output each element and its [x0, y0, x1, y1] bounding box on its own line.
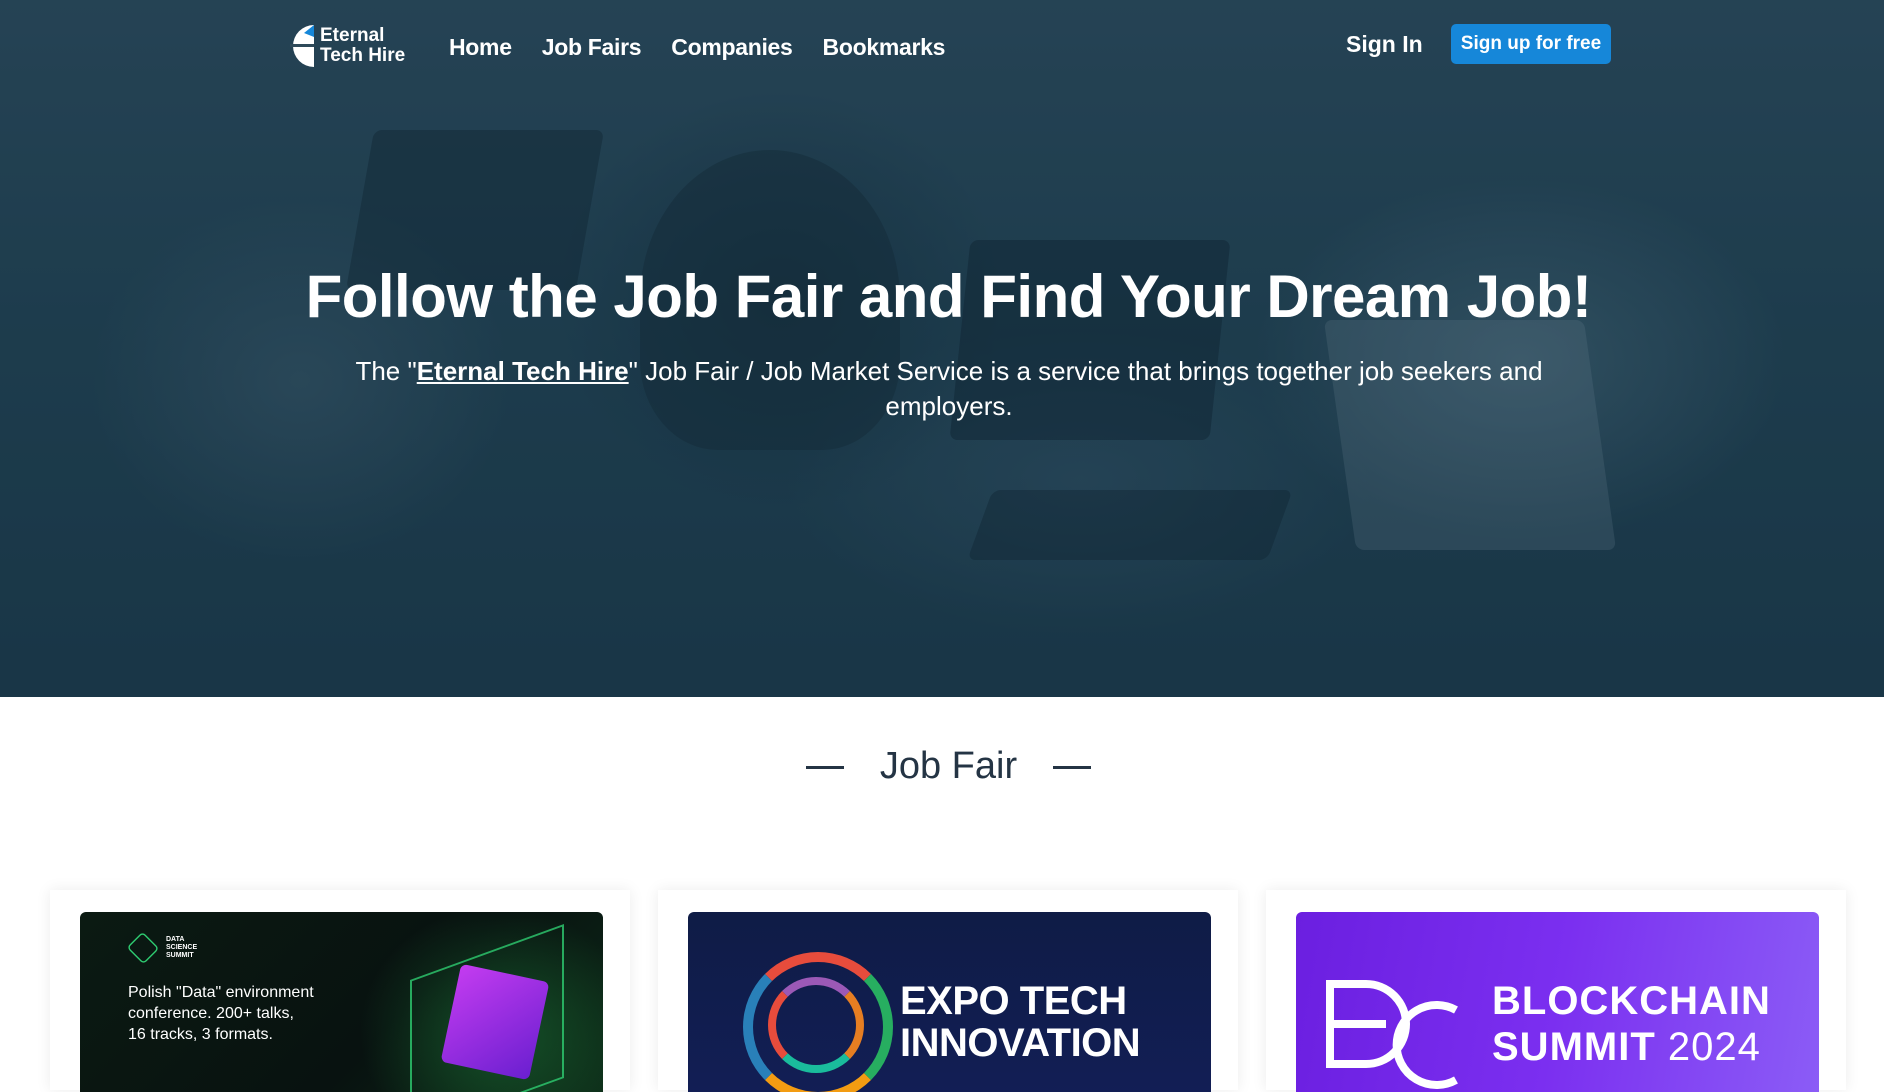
section-heading: Job Fair — [0, 745, 1884, 788]
card-text-line: EXPO TECH — [900, 979, 1127, 1023]
site-logo[interactable]: Eternal Tech Hire — [290, 23, 405, 69]
hexagon-icon — [126, 931, 160, 965]
dc-logo-icon — [1326, 980, 1458, 1089]
logo-icon — [290, 23, 316, 69]
job-fair-card[interactable]: EXPO TECH INNOVATION — [658, 890, 1238, 1092]
hero-sub-link[interactable]: Eternal Tech Hire — [417, 356, 629, 386]
card-text-line: SUMMIT — [1492, 1025, 1656, 1069]
card-description: Polish "Data" environment conference. 20… — [128, 982, 314, 1045]
job-fair-card[interactable]: BLOCKCHAIN SUMMIT 2024 — [1266, 890, 1846, 1092]
card-text-line: Polish "Data" environment — [128, 984, 314, 1001]
card-text-line: BLOCKCHAIN — [1492, 979, 1771, 1023]
heading-dash-left — [805, 766, 844, 770]
nav-home[interactable]: Home — [449, 34, 512, 61]
logo-text: Eternal Tech Hire — [320, 26, 405, 66]
hero-title: Follow the Job Fair and Find Your Dream … — [305, 263, 1592, 330]
card-logo-text: DATA SCIENCE SUMMIT — [166, 936, 198, 959]
hero-sub-prefix: The " — [355, 356, 417, 386]
card-title: BLOCKCHAIN SUMMIT 2024 — [1492, 978, 1771, 1070]
job-fair-card-image[interactable]: EXPO TECH INNOVATION — [688, 912, 1211, 1092]
card-year: 2024 — [1667, 1025, 1761, 1069]
card-text-line: 16 tracks, 3 formats. — [128, 1026, 273, 1043]
section-title: Job Fair — [879, 745, 1018, 787]
sign-in-link[interactable]: Sign In — [1346, 31, 1423, 58]
nav-bookmarks[interactable]: Bookmarks — [823, 34, 946, 61]
card-text-line: INNOVATION — [900, 1021, 1141, 1065]
hero-sub-suffix: " Job Fair / Job Market Service is a ser… — [628, 356, 1543, 421]
logo-line-2: Tech Hire — [320, 45, 406, 66]
job-fair-card-image[interactable]: DATA SCIENCE SUMMIT Polish "Data" enviro… — [80, 912, 603, 1092]
hero-overlay — [0, 0, 1884, 697]
job-fair-card-image[interactable]: BLOCKCHAIN SUMMIT 2024 — [1296, 912, 1819, 1092]
colorful-ring-inner-icon — [768, 977, 864, 1073]
hero-subtitle: The "Eternal Tech Hire" Job Fair / Job M… — [340, 354, 1558, 424]
sign-up-button[interactable]: Sign up for free — [1451, 24, 1611, 64]
job-fair-card[interactable]: DATA SCIENCE SUMMIT Polish "Data" enviro… — [50, 890, 630, 1092]
nav-companies[interactable]: Companies — [671, 34, 793, 61]
main-nav: Home Job Fairs Companies Bookmarks — [449, 34, 945, 61]
heading-dash-right — [1053, 766, 1092, 770]
hero-banner: Eternal Tech Hire Home Job Fairs Compani… — [0, 0, 1884, 697]
card-title: EXPO TECH INNOVATION — [900, 979, 1141, 1065]
data-science-summit-logo: DATA SCIENCE SUMMIT — [126, 931, 206, 965]
logo-line-1: Eternal — [320, 25, 385, 46]
nav-job-fairs[interactable]: Job Fairs — [542, 34, 642, 61]
card-text-line: conference. 200+ talks, — [128, 1005, 294, 1022]
